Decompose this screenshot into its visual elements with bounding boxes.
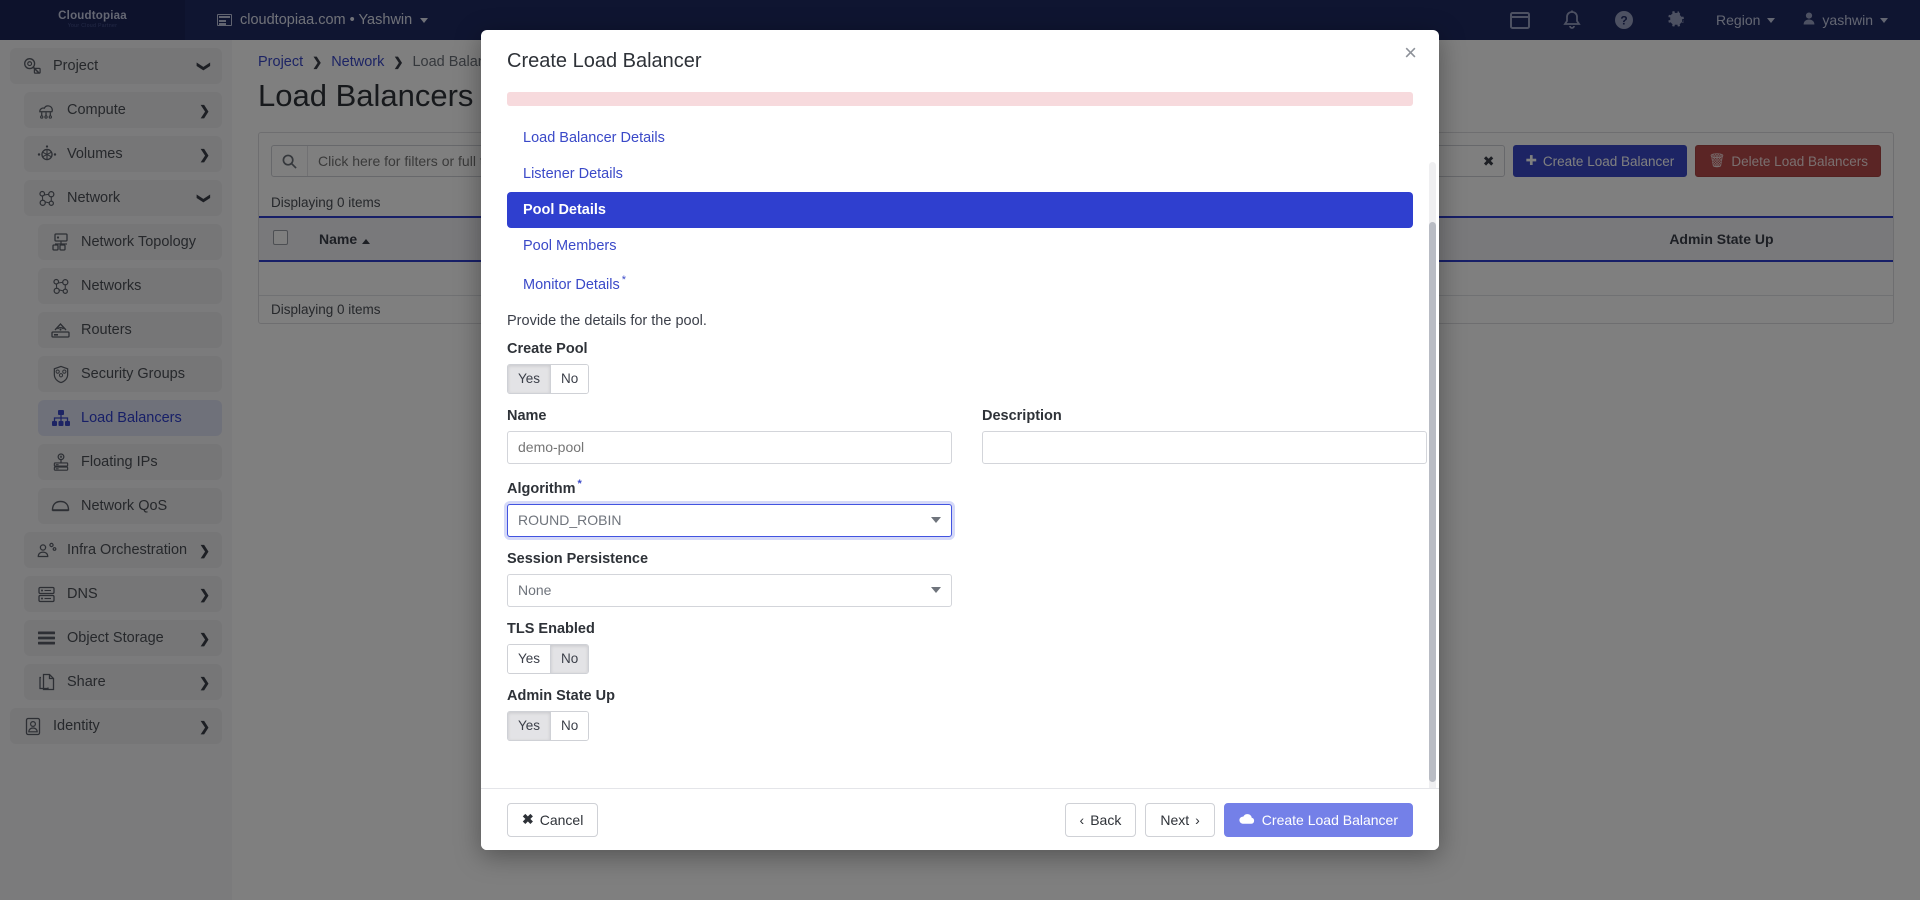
chevron-down-icon [931,517,941,523]
required-asterisk-icon: * [622,274,626,286]
wizard-step-label: Pool Details [523,202,606,218]
required-asterisk-icon: * [577,478,581,490]
create-pool-label: Create Pool [507,341,1413,357]
admin-state-up-field: Admin State Up Yes No [507,688,1413,741]
wizard-step-pool-members[interactable]: Pool Members [507,228,1413,264]
wizard-step-list: Load Balancer Details Listener Details Poo… [507,120,1413,303]
admin-state-up-yes-button[interactable]: Yes [508,712,550,740]
wizard-step-listener-details[interactable]: Listener Details [507,156,1413,192]
next-label: Next [1160,812,1189,828]
wizard-step-label: Load Balancer Details [523,130,665,146]
tls-enabled-yes-button[interactable]: Yes [508,645,550,673]
modal-footer-actions: ‹ Back Next › Create Load Balancer [1065,803,1413,837]
admin-state-up-label: Admin State Up [507,688,1413,704]
tls-enabled-no-button[interactable]: No [550,645,588,673]
session-persistence-select[interactable]: None [507,574,952,607]
cancel-label: Cancel [540,812,584,828]
description-field: Description [982,408,1427,464]
modal-title: Create Load Balancer [507,50,702,73]
modal-footer: ✖ Cancel ‹ Back Next › Create Load Balan… [481,788,1439,850]
name-description-row: Name Description [507,408,1413,464]
wizard-step-label: Pool Members [523,238,616,254]
cloud-upload-icon [1239,812,1255,828]
tls-enabled-field: TLS Enabled Yes No [507,621,1413,674]
name-label: Name [507,408,952,424]
modal-body: Load Balancer Details Listener Details Poo… [481,92,1439,788]
back-label: Back [1090,812,1121,828]
app-root: Cloudtopiaa Your Cloud Partner cloudtopi… [0,0,1920,900]
wizard-step-pool-details[interactable]: Pool Details [507,192,1413,228]
algorithm-label-text: Algorithm [507,481,575,497]
name-field: Name [507,408,952,464]
algorithm-select[interactable]: ROUND_ROBIN [507,504,952,537]
wizard-step-label: Monitor Details [523,277,620,293]
session-persistence-field: Session Persistence None [507,551,1413,607]
session-persistence-selected-value: None [507,574,952,607]
create-load-balancer-modal: Create Load Balancer × Load Balancer Det… [481,30,1439,850]
admin-state-up-toggle[interactable]: Yes No [507,711,589,741]
next-button[interactable]: Next › [1145,803,1214,837]
chevron-left-icon: ‹ [1080,812,1085,828]
algorithm-selected-value: ROUND_ROBIN [507,504,952,537]
wizard-step-monitor-details[interactable]: Monitor Details* [507,264,1413,303]
close-icon[interactable]: × [1404,42,1417,64]
wizard-step-load-balancer-details[interactable]: Load Balancer Details [507,120,1413,156]
modal-header: Create Load Balancer × [481,30,1439,92]
tls-enabled-label: TLS Enabled [507,621,1413,637]
wizard-step-label: Listener Details [523,166,623,182]
submit-label: Create Load Balancer [1262,812,1398,828]
create-pool-field: Create Pool Yes No [507,341,1413,394]
back-button[interactable]: ‹ Back [1065,803,1137,837]
modal-scrollbar[interactable] [1429,162,1436,788]
chevron-right-icon: › [1195,812,1200,828]
modal-help-text: Provide the details for the pool. [507,313,1413,329]
description-label: Description [982,408,1427,424]
algorithm-field: Algorithm* ROUND_ROBIN [507,478,1413,537]
cancel-button[interactable]: ✖ Cancel [507,803,598,837]
modal-scrollbar-thumb[interactable] [1429,222,1436,782]
submit-create-load-balancer-button[interactable]: Create Load Balancer [1224,803,1413,837]
create-pool-toggle[interactable]: Yes No [507,364,589,394]
admin-state-up-no-button[interactable]: No [550,712,588,740]
session-persistence-label: Session Persistence [507,551,1413,567]
name-input[interactable] [507,431,952,464]
error-alert-strip [507,92,1413,106]
create-pool-yes-button[interactable]: Yes [508,365,550,393]
chevron-down-icon [931,587,941,593]
tls-enabled-toggle[interactable]: Yes No [507,644,589,674]
create-pool-no-button[interactable]: No [550,365,588,393]
algorithm-label: Algorithm* [507,478,1413,497]
description-input[interactable] [982,431,1427,464]
close-x-icon: ✖ [522,811,534,828]
